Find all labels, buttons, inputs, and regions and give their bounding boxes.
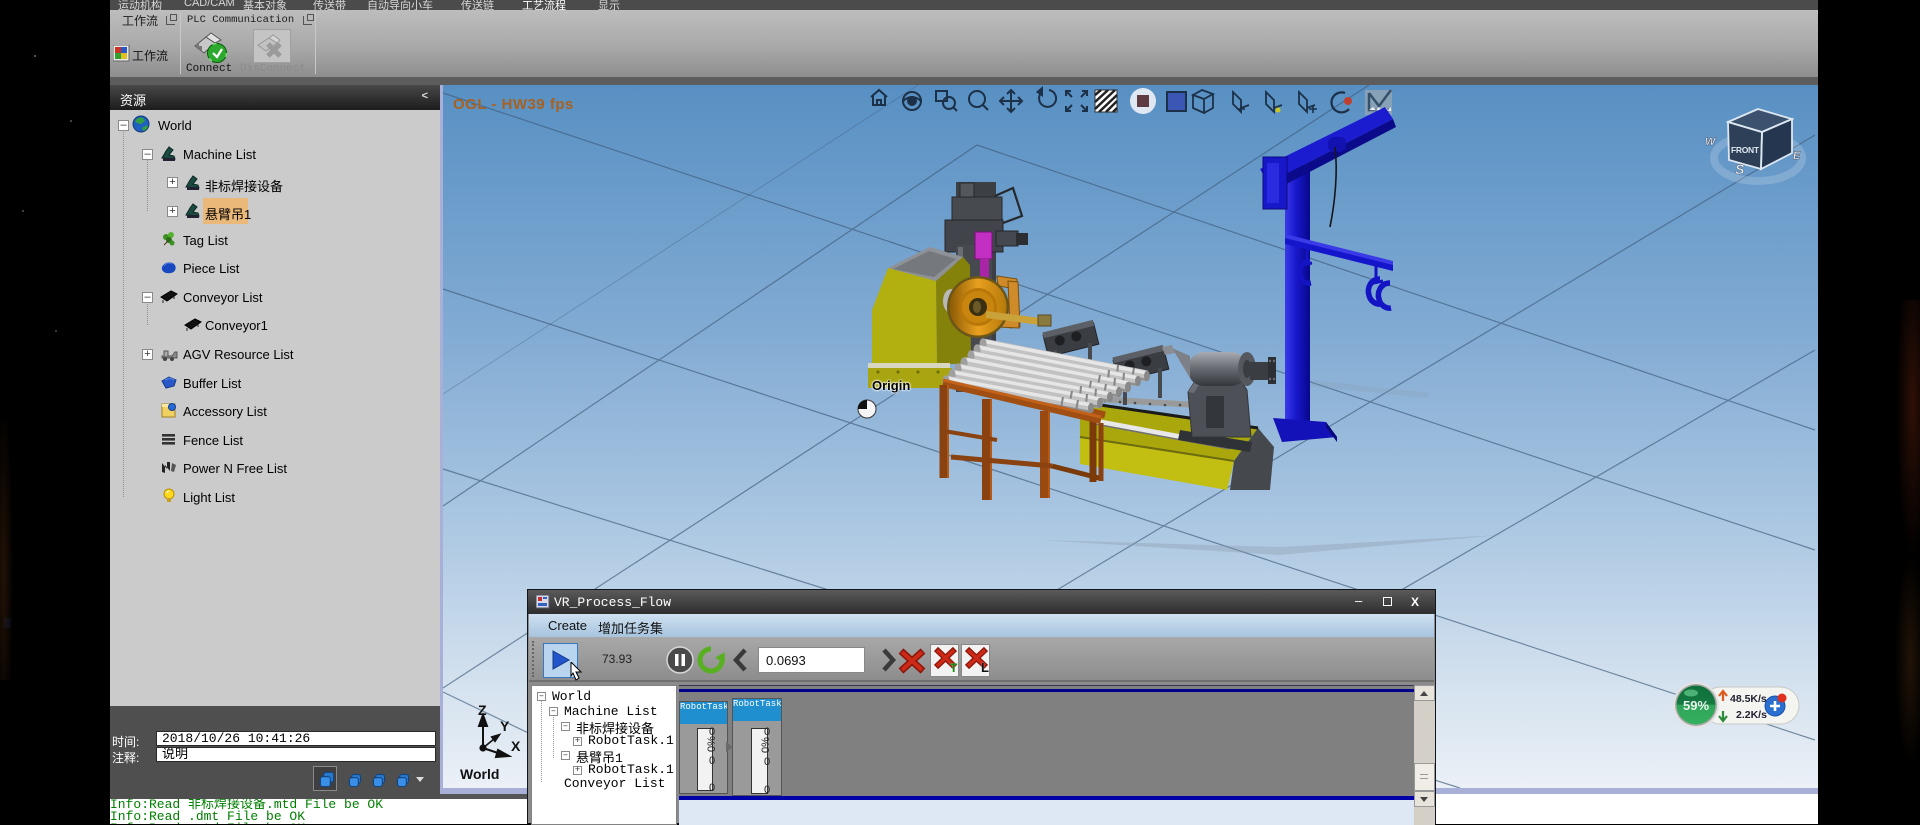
svg-text:E: E [1793,150,1801,162]
svg-text:S: S [1735,161,1745,177]
svg-text:World: World [460,766,499,782]
svg-text:X: X [511,738,521,754]
svg-text:W: W [1705,136,1717,148]
svg-text:FRONT: FRONT [1731,145,1760,155]
svg-text:2.2K/s: 2.2K/s [1736,709,1767,721]
svg-text:Origin: Origin [872,378,910,393]
svg-text:59%: 59% [1683,698,1709,713]
svg-text:Y: Y [500,718,510,734]
svg-text:OGL - HW39 fps: OGL - HW39 fps [453,96,574,113]
svg-text:Z: Z [478,702,487,718]
svg-text:48.5K/s: 48.5K/s [1730,693,1767,705]
